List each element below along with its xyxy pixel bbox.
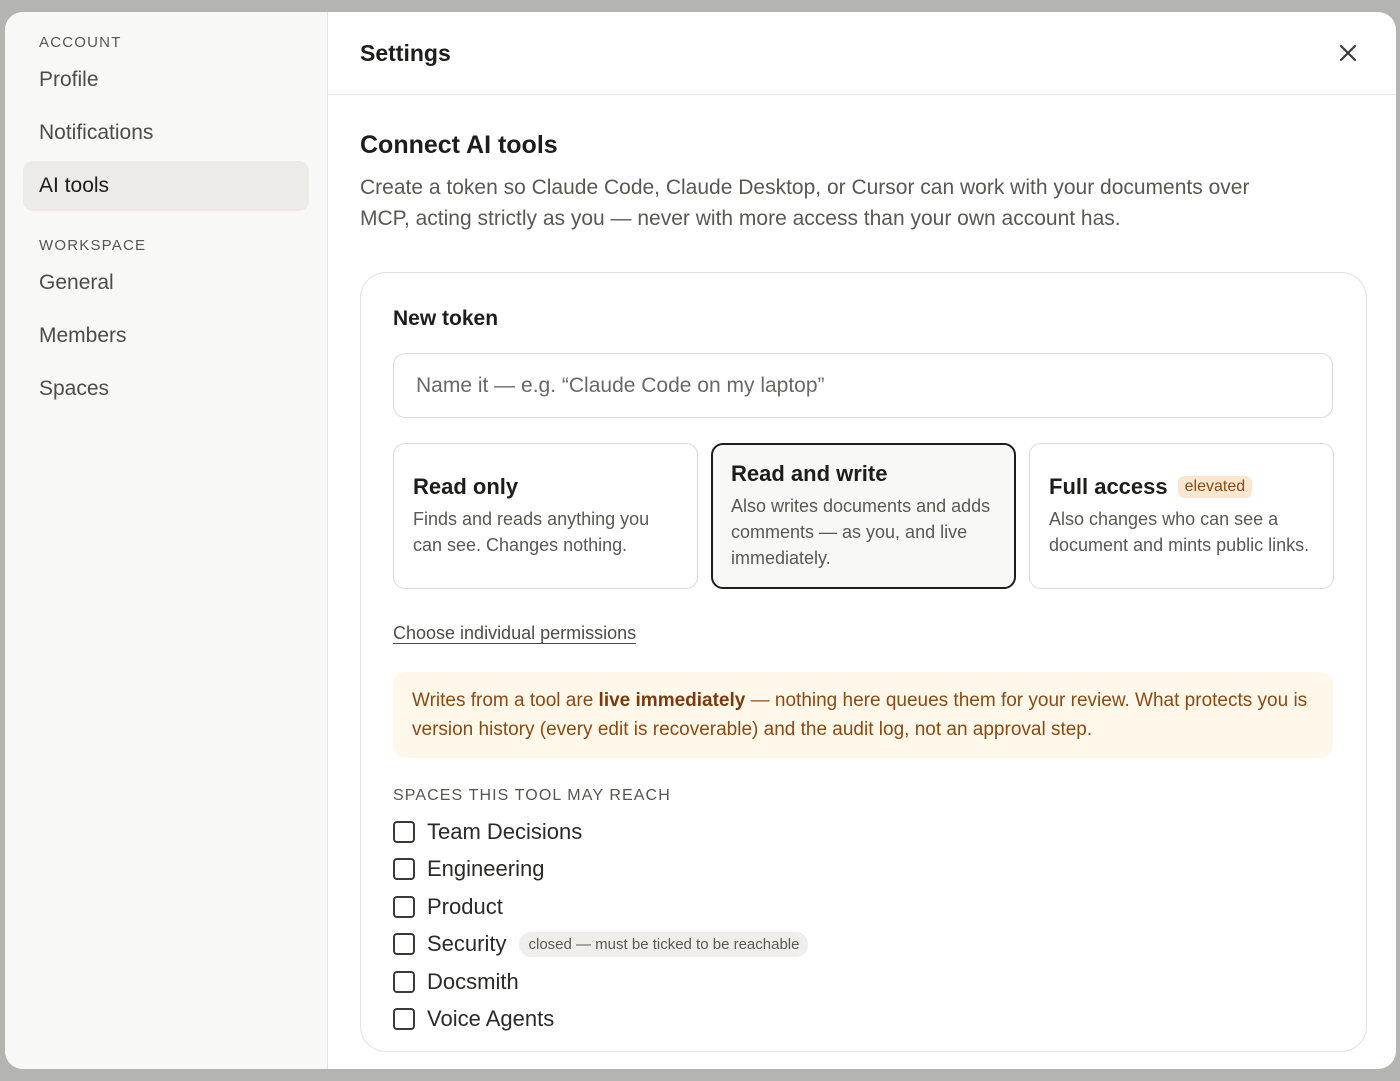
sidebar-item-profile[interactable]: Profile <box>23 55 309 105</box>
settings-main: Settings Connect AI tools Create a token… <box>328 12 1396 1069</box>
settings-header: Settings <box>328 12 1396 95</box>
option-description: Also writes documents and adds comments … <box>731 496 991 568</box>
sidebar-heading-account: ACCOUNT <box>39 34 122 51</box>
access-options: Read only Finds and reads anything you c… <box>393 443 1334 589</box>
space-row-product: Product <box>393 888 1334 926</box>
space-checkbox[interactable] <box>393 820 415 843</box>
option-title: Read only <box>413 474 519 499</box>
settings-content: Connect AI tools Create a token so Claud… <box>328 95 1396 1052</box>
space-label[interactable]: Team Decisions <box>427 819 582 845</box>
space-checkbox[interactable] <box>393 895 415 918</box>
option-read-and-write[interactable]: Read and write Also writes documents and… <box>711 443 1016 589</box>
space-checkbox[interactable] <box>393 933 415 956</box>
option-read-only[interactable]: Read only Finds and reads anything you c… <box>393 443 698 589</box>
spaces-list: Team Decisions Engineering Product Secur… <box>393 813 1334 1038</box>
space-label[interactable]: Security <box>427 931 506 957</box>
sidebar-item-notifications[interactable]: Notifications <box>23 108 309 158</box>
space-row-team-decisions: Team Decisions <box>393 813 1334 851</box>
option-title: Full access <box>1049 474 1168 499</box>
settings-sidebar: ACCOUNT Profile Notifications AI tools W… <box>5 12 328 1069</box>
choose-permissions-link[interactable]: Choose individual permissions <box>393 623 636 644</box>
section-title: Connect AI tools <box>360 131 558 159</box>
sidebar-item-ai-tools[interactable]: AI tools <box>23 161 309 211</box>
page-title: Settings <box>360 39 451 66</box>
close-button[interactable] <box>1335 40 1361 66</box>
sidebar-heading-workspace: WORKSPACE <box>39 237 147 254</box>
token-name-input[interactable] <box>393 353 1333 418</box>
settings-modal: ACCOUNT Profile Notifications AI tools W… <box>5 12 1396 1069</box>
space-label[interactable]: Engineering <box>427 856 544 882</box>
new-token-card: New token Read only Finds and reads anyt… <box>360 272 1367 1052</box>
space-row-engineering: Engineering <box>393 851 1334 889</box>
sidebar-item-members[interactable]: Members <box>23 311 309 361</box>
space-row-voice-agents: Voice Agents <box>393 1001 1334 1039</box>
space-label[interactable]: Docsmith <box>427 969 519 995</box>
sidebar-item-spaces[interactable]: Spaces <box>23 364 309 414</box>
option-title: Read and write <box>731 461 888 486</box>
space-checkbox[interactable] <box>393 858 415 881</box>
option-title-row: Full access elevated <box>1049 474 1314 500</box>
elevated-badge: elevated <box>1177 476 1253 498</box>
option-description: Also changes who can see a document and … <box>1049 509 1310 555</box>
option-title-row: Read only <box>413 474 678 500</box>
close-icon <box>1339 44 1357 62</box>
space-checkbox[interactable] <box>393 970 415 993</box>
card-title: New token <box>393 307 499 330</box>
option-description: Finds and reads anything you can see. Ch… <box>413 509 650 555</box>
space-row-docsmith: Docsmith <box>393 963 1334 1001</box>
warning-text-pre: Writes from a tool are <box>412 690 599 711</box>
space-row-security: Security closed — must be ticked to be r… <box>393 926 1334 964</box>
section-description: Create a token so Claude Code, Claude De… <box>360 176 1250 230</box>
sidebar-item-general[interactable]: General <box>23 258 309 308</box>
warning-text-bold: live immediately <box>598 690 746 711</box>
spaces-heading: SPACES THIS TOOL MAY REACH <box>393 787 671 804</box>
space-checkbox[interactable] <box>393 1008 415 1031</box>
space-label[interactable]: Product <box>427 894 503 920</box>
space-label[interactable]: Voice Agents <box>427 1006 554 1032</box>
option-full-access[interactable]: Full access elevated Also changes who ca… <box>1029 443 1334 589</box>
option-title-row: Read and write <box>731 461 996 487</box>
closed-space-badge: closed — must be ticked to be reachable <box>519 931 809 957</box>
live-writes-warning: Writes from a tool are live immediately … <box>393 672 1333 758</box>
